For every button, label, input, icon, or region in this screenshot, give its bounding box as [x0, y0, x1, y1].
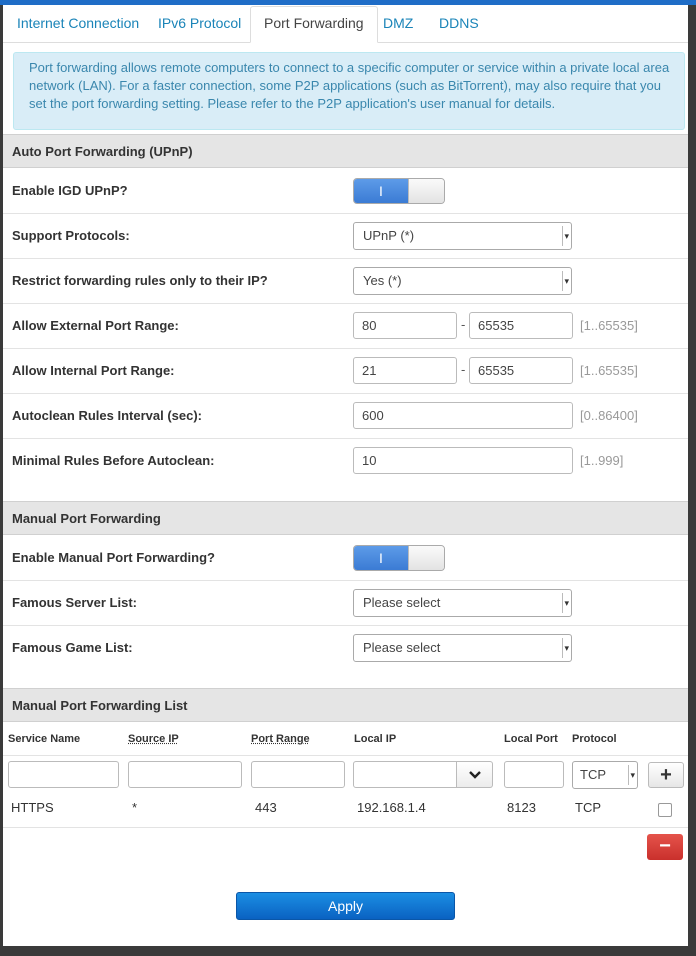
tab-port-forwarding[interactable]: Port Forwarding: [250, 6, 378, 43]
new-service-name-input[interactable]: [8, 761, 119, 788]
internal-port-to-input[interactable]: 65535: [469, 357, 573, 384]
new-local-ip-input[interactable]: [353, 761, 457, 788]
famous-server-value: Please select: [363, 595, 441, 610]
internal-port-range-label: Allow Internal Port Range:: [12, 363, 175, 378]
external-port-to-input[interactable]: 65535: [469, 312, 573, 339]
enable-upnp-label: Enable IGD UPnP?: [12, 183, 128, 198]
toggle-knob: [408, 179, 444, 203]
tab-ddns[interactable]: DDNS: [426, 7, 492, 39]
rule-local-port: 8123: [507, 800, 536, 815]
enable-manual-label: Enable Manual Port Forwarding?: [12, 550, 215, 565]
external-port-from-input[interactable]: 80: [353, 312, 457, 339]
row-famous-server: Famous Server List: Please select: [3, 581, 688, 626]
autoclean-interval-hint: [0..86400]: [580, 408, 638, 423]
header-local-port: Local Port: [504, 733, 558, 745]
minimal-rules-label: Minimal Rules Before Autoclean:: [12, 453, 215, 468]
table-row: HTTPS * 443 192.168.1.4 8123 TCP: [3, 795, 688, 828]
chevron-down-icon: [562, 226, 569, 246]
restrict-forwarding-value: Yes (*): [363, 273, 402, 288]
chevron-down-icon: [468, 770, 481, 779]
new-port-range-input[interactable]: [251, 761, 345, 788]
info-box: Port forwarding allows remote computers …: [13, 52, 685, 130]
chevron-down-icon: [562, 638, 569, 658]
row-external-port-range: Allow External Port Range: 80 - 65535 [1…: [3, 304, 688, 349]
toggle-knob: [408, 546, 444, 570]
row-famous-game: Famous Game List: Please select: [3, 626, 688, 671]
header-service-name: Service Name: [8, 733, 81, 745]
external-port-hint: [1..65535]: [580, 318, 638, 333]
section-manual-forwarding-list: Manual Port Forwarding List: [3, 688, 688, 722]
enable-manual-toggle[interactable]: I: [353, 545, 445, 571]
rule-protocol: TCP: [575, 800, 601, 815]
support-protocols-label: Support Protocols:: [12, 228, 130, 243]
rule-service-name: HTTPS: [11, 800, 54, 815]
header-source-ip: Source IP: [128, 733, 179, 745]
new-local-port-input[interactable]: [504, 761, 564, 788]
rule-port-range: 443: [255, 800, 277, 815]
row-autoclean-interval: Autoclean Rules Interval (sec): 600 [0..…: [3, 394, 688, 439]
add-rule-button[interactable]: +: [648, 762, 684, 788]
rule-source-ip: *: [132, 800, 138, 815]
port-forwarding-panel: Internet Connection IPv6 Protocol Port F…: [3, 5, 688, 946]
section-auto-port-forwarding: Auto Port Forwarding (UPnP): [3, 134, 688, 168]
famous-game-label: Famous Game List:: [12, 640, 133, 655]
chevron-down-icon: [562, 593, 569, 613]
apply-button[interactable]: Apply: [236, 892, 455, 920]
new-rule-row: TCP +: [3, 755, 688, 795]
rule-local-ip: 192.168.1.4: [357, 800, 426, 815]
header-port-range: Port Range: [251, 733, 310, 745]
toggle-on-indicator: I: [354, 546, 408, 570]
internal-port-hint: [1..65535]: [580, 363, 638, 378]
header-local-ip: Local IP: [354, 733, 397, 745]
row-enable-upnp: Enable IGD UPnP? I: [3, 169, 688, 214]
section-manual-port-forwarding: Manual Port Forwarding: [3, 501, 688, 535]
famous-server-label: Famous Server List:: [12, 595, 137, 610]
row-support-protocols: Support Protocols: UPnP (*): [3, 214, 688, 259]
autoclean-interval-label: Autoclean Rules Interval (sec):: [12, 408, 202, 423]
header-protocol: Protocol: [572, 733, 617, 745]
restrict-forwarding-label: Restrict forwarding rules only to their …: [12, 273, 268, 288]
range-dash: -: [461, 362, 466, 377]
toggle-on-indicator: I: [354, 179, 408, 203]
row-enable-manual: Enable Manual Port Forwarding? I: [3, 536, 688, 581]
autoclean-interval-input[interactable]: 600: [353, 402, 573, 429]
minimal-rules-input[interactable]: 10: [353, 447, 573, 474]
rule-select-checkbox[interactable]: [658, 803, 672, 817]
new-protocol-value: TCP: [580, 767, 606, 782]
local-ip-dropdown-button[interactable]: [457, 761, 493, 788]
delete-rule-button[interactable]: −: [647, 834, 683, 860]
support-protocols-select[interactable]: UPnP (*): [353, 222, 572, 250]
external-port-range-label: Allow External Port Range:: [12, 318, 179, 333]
support-protocols-value: UPnP (*): [363, 228, 415, 243]
row-restrict-forwarding: Restrict forwarding rules only to their …: [3, 259, 688, 304]
list-header-row: Service Name Source IP Port Range Local …: [3, 723, 688, 756]
row-minimal-rules: Minimal Rules Before Autoclean: 10 [1..9…: [3, 439, 688, 484]
tab-dmz[interactable]: DMZ: [370, 7, 426, 39]
chevron-down-icon: [628, 765, 635, 785]
internal-port-from-input[interactable]: 21: [353, 357, 457, 384]
tab-ipv6-protocol[interactable]: IPv6 Protocol: [145, 7, 254, 39]
new-protocol-select[interactable]: TCP: [572, 761, 638, 789]
restrict-forwarding-select[interactable]: Yes (*): [353, 267, 572, 295]
enable-upnp-toggle[interactable]: I: [353, 178, 445, 204]
tab-bar: Internet Connection IPv6 Protocol Port F…: [3, 5, 688, 43]
minimal-rules-hint: [1..999]: [580, 453, 624, 468]
famous-server-select[interactable]: Please select: [353, 589, 572, 617]
famous-game-select[interactable]: Please select: [353, 634, 572, 662]
tab-internet-connection[interactable]: Internet Connection: [4, 7, 152, 39]
new-source-ip-input[interactable]: [128, 761, 242, 788]
famous-game-value: Please select: [363, 640, 441, 655]
row-internal-port-range: Allow Internal Port Range: 21 - 65535 [1…: [3, 349, 688, 394]
range-dash: -: [461, 317, 466, 332]
chevron-down-icon: [562, 271, 569, 291]
